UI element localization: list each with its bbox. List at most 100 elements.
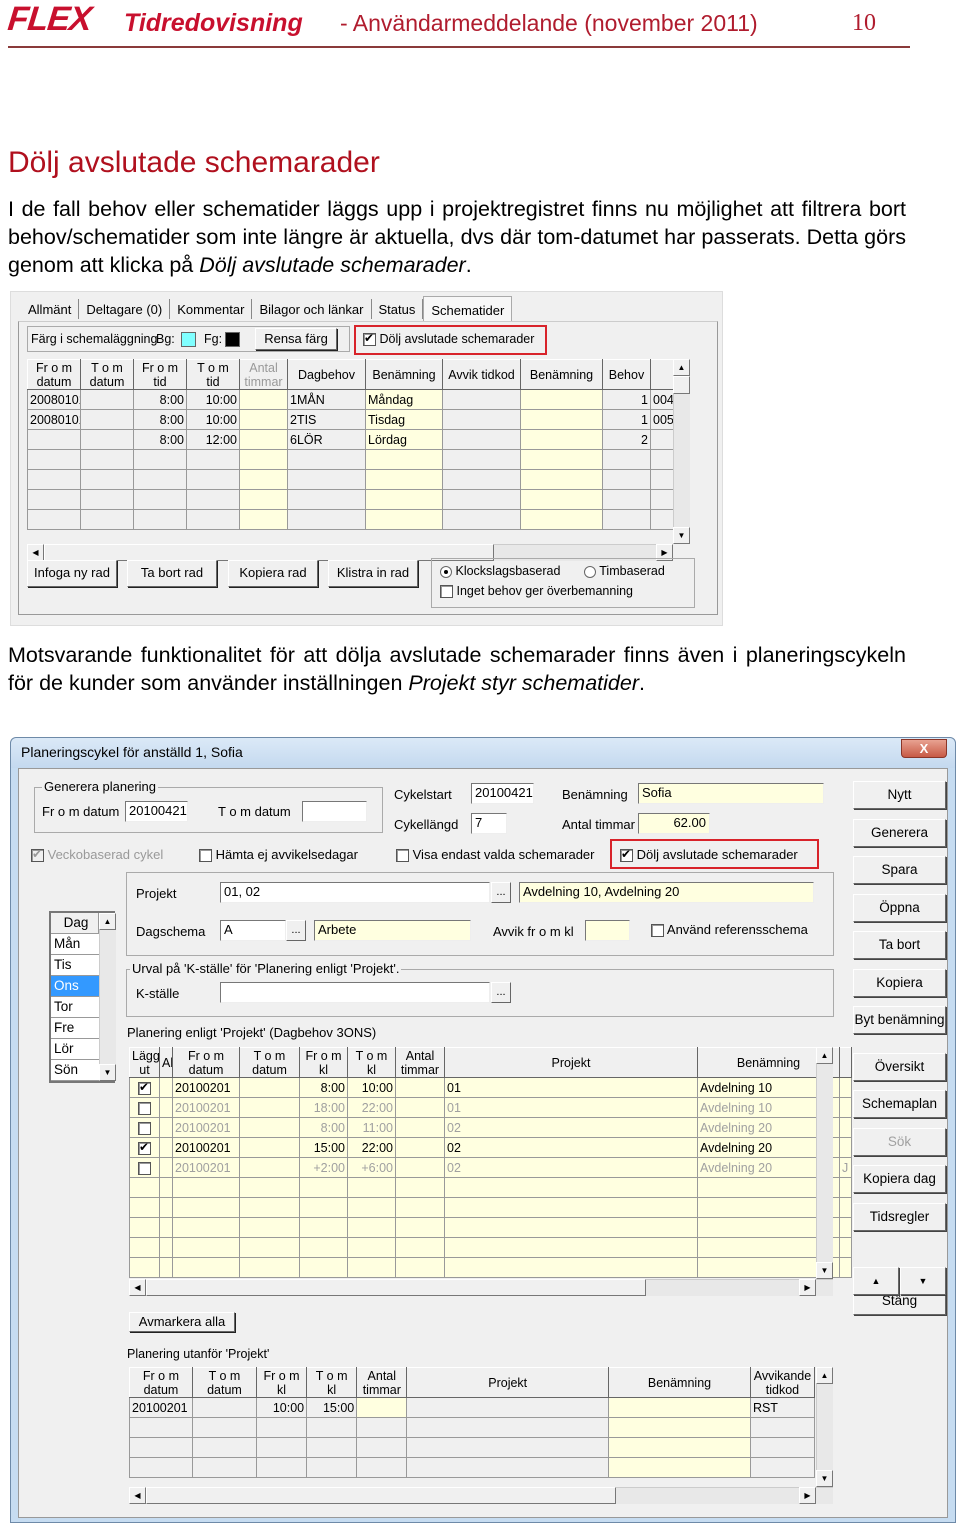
project-browse-button[interactable]: ... xyxy=(491,882,511,903)
table-cell[interactable] xyxy=(395,1197,445,1218)
button-byt-benämning[interactable]: Byt benämning xyxy=(853,1006,946,1034)
table-row[interactable] xyxy=(129,1417,816,1438)
table-cell[interactable] xyxy=(395,1257,445,1278)
table-cell[interactable] xyxy=(133,509,187,530)
table-cell[interactable] xyxy=(749,1417,816,1438)
table-cell[interactable]: 01 xyxy=(444,1077,698,1098)
table-cell[interactable] xyxy=(347,1237,396,1258)
table-cell[interactable]: 02 xyxy=(444,1137,698,1158)
table-cell[interactable] xyxy=(650,489,675,510)
table-cell[interactable]: Måndag xyxy=(365,389,443,410)
table-cell[interactable]: 10:00 xyxy=(347,1077,396,1098)
column-header[interactable]: Antal timmar xyxy=(239,359,288,390)
table-cell[interactable]: RST xyxy=(749,1397,816,1418)
table-cell[interactable] xyxy=(520,469,603,490)
table-cell[interactable] xyxy=(839,1077,852,1098)
table-cell[interactable] xyxy=(186,489,240,510)
table-cell[interactable] xyxy=(839,1237,852,1258)
column-header[interactable]: Fr o m datum xyxy=(129,1367,193,1398)
checkbox-icon[interactable] xyxy=(138,1080,151,1095)
table-cell[interactable] xyxy=(347,1177,396,1198)
column-header[interactable]: Projekt xyxy=(406,1367,610,1398)
table-cell[interactable] xyxy=(406,1437,610,1458)
button-tidsregler[interactable]: Tidsregler xyxy=(853,1203,946,1231)
scroll-down-icon[interactable]: ▼ xyxy=(816,1470,833,1487)
table-row[interactable]: 20080101 8:00 10:00 1MÅN Måndag 1 004 xyxy=(27,389,675,410)
table-cell[interactable] xyxy=(27,449,81,470)
table-cell[interactable] xyxy=(444,1197,698,1218)
no-deviation-checkbox[interactable]: Hämta ej avvikelsedagar xyxy=(199,847,358,863)
table-cell[interactable]: 8:00 xyxy=(299,1077,348,1098)
table-cell[interactable]: 20100201 xyxy=(172,1117,240,1138)
kst-input[interactable] xyxy=(220,982,490,1003)
column-header[interactable]: Antal timmar xyxy=(356,1367,408,1398)
deviation-from-input[interactable] xyxy=(585,920,630,941)
table-cell[interactable] xyxy=(159,1217,173,1238)
table-cell[interactable] xyxy=(80,509,134,530)
tab-bilagor-och-länkar[interactable]: Bilagor och länkar xyxy=(252,299,372,319)
day-item-sön[interactable]: Sön xyxy=(51,1060,99,1081)
lay-out-cell[interactable] xyxy=(129,1177,160,1198)
scroll-left-icon[interactable]: ◀ xyxy=(27,544,44,561)
table-cell[interactable] xyxy=(602,509,651,530)
table-cell[interactable] xyxy=(406,1457,610,1478)
checkbox-icon[interactable] xyxy=(138,1140,151,1155)
column-header[interactable]: Fr o m datum xyxy=(27,359,81,390)
tab-deltagare-0-[interactable]: Deltagare (0) xyxy=(79,299,171,319)
project-input[interactable]: 01, 02 xyxy=(220,882,490,903)
table-row[interactable] xyxy=(129,1197,852,1218)
table-cell[interactable] xyxy=(239,1077,300,1098)
lay-out-cell[interactable] xyxy=(129,1237,160,1258)
table-row[interactable]: 20100201 +2:00 +6:00 02 Avdelning 20 J xyxy=(129,1157,852,1178)
table-cell[interactable] xyxy=(255,1457,308,1478)
table-cell[interactable] xyxy=(172,1217,240,1238)
table-row[interactable] xyxy=(129,1257,852,1278)
checkbox-icon[interactable] xyxy=(138,1121,151,1135)
table-cell[interactable] xyxy=(239,1117,300,1138)
bg-color-swatch[interactable] xyxy=(181,332,196,347)
table-row[interactable]: 20100201 18:00 22:00 01 Avdelning 10 xyxy=(129,1097,852,1118)
no-need-checkbox[interactable]: Inget behov ger överbemanning xyxy=(440,584,633,599)
table-cell[interactable] xyxy=(239,1237,300,1258)
column-header[interactable]: Avvik tidkod xyxy=(442,359,521,390)
table-cell[interactable] xyxy=(356,1417,408,1438)
day-item-fre[interactable]: Fre xyxy=(51,1018,99,1039)
table-cell[interactable] xyxy=(299,1257,348,1278)
table-cell[interactable] xyxy=(520,489,603,510)
table-cell[interactable] xyxy=(129,1457,193,1478)
table-cell[interactable]: 20080101 xyxy=(27,389,81,410)
show-selected-checkbox[interactable]: Visa endast valda schemarader xyxy=(396,847,595,863)
table-cell[interactable] xyxy=(287,469,366,490)
table-cell[interactable] xyxy=(306,1417,358,1438)
table-cell[interactable] xyxy=(80,389,134,410)
table-cell[interactable] xyxy=(608,1457,751,1478)
table-cell[interactable] xyxy=(191,1397,257,1418)
table-cell[interactable] xyxy=(191,1457,257,1478)
table-cell[interactable] xyxy=(299,1177,348,1198)
table-cell[interactable] xyxy=(395,1237,445,1258)
table-cell[interactable]: 20100201 xyxy=(172,1077,240,1098)
column-header[interactable]: T o m kl xyxy=(306,1367,358,1398)
move-down-button[interactable]: ▼ xyxy=(900,1267,946,1295)
table-cell[interactable] xyxy=(608,1417,751,1438)
tab-allmänt[interactable]: Allmänt xyxy=(21,299,80,319)
table-cell[interactable] xyxy=(159,1117,173,1138)
button-kopiera-dag[interactable]: Kopiera dag xyxy=(853,1165,946,1193)
table-cell[interactable] xyxy=(299,1237,348,1258)
table-cell[interactable] xyxy=(406,1417,610,1438)
table-cell[interactable] xyxy=(839,1097,852,1118)
table-cell[interactable] xyxy=(287,489,366,510)
table-cell[interactable] xyxy=(159,1257,173,1278)
table-cell[interactable]: 20100201 xyxy=(172,1097,240,1118)
table-cell[interactable]: Lördag xyxy=(365,429,443,450)
table-cell[interactable]: 8:00 xyxy=(133,389,187,410)
table-cell[interactable] xyxy=(255,1417,308,1438)
table-cell[interactable]: 12:00 xyxy=(186,429,240,450)
table-cell[interactable] xyxy=(442,389,521,410)
table-cell[interactable] xyxy=(80,429,134,450)
from-date-input[interactable]: 20100421 xyxy=(125,801,188,822)
table-cell[interactable]: 10:00 xyxy=(186,389,240,410)
table-cell[interactable]: 01 xyxy=(444,1097,698,1118)
plan-vscroll[interactable]: ▲ ▼ xyxy=(816,1047,833,1279)
table-cell[interactable]: 15:00 xyxy=(306,1397,358,1418)
